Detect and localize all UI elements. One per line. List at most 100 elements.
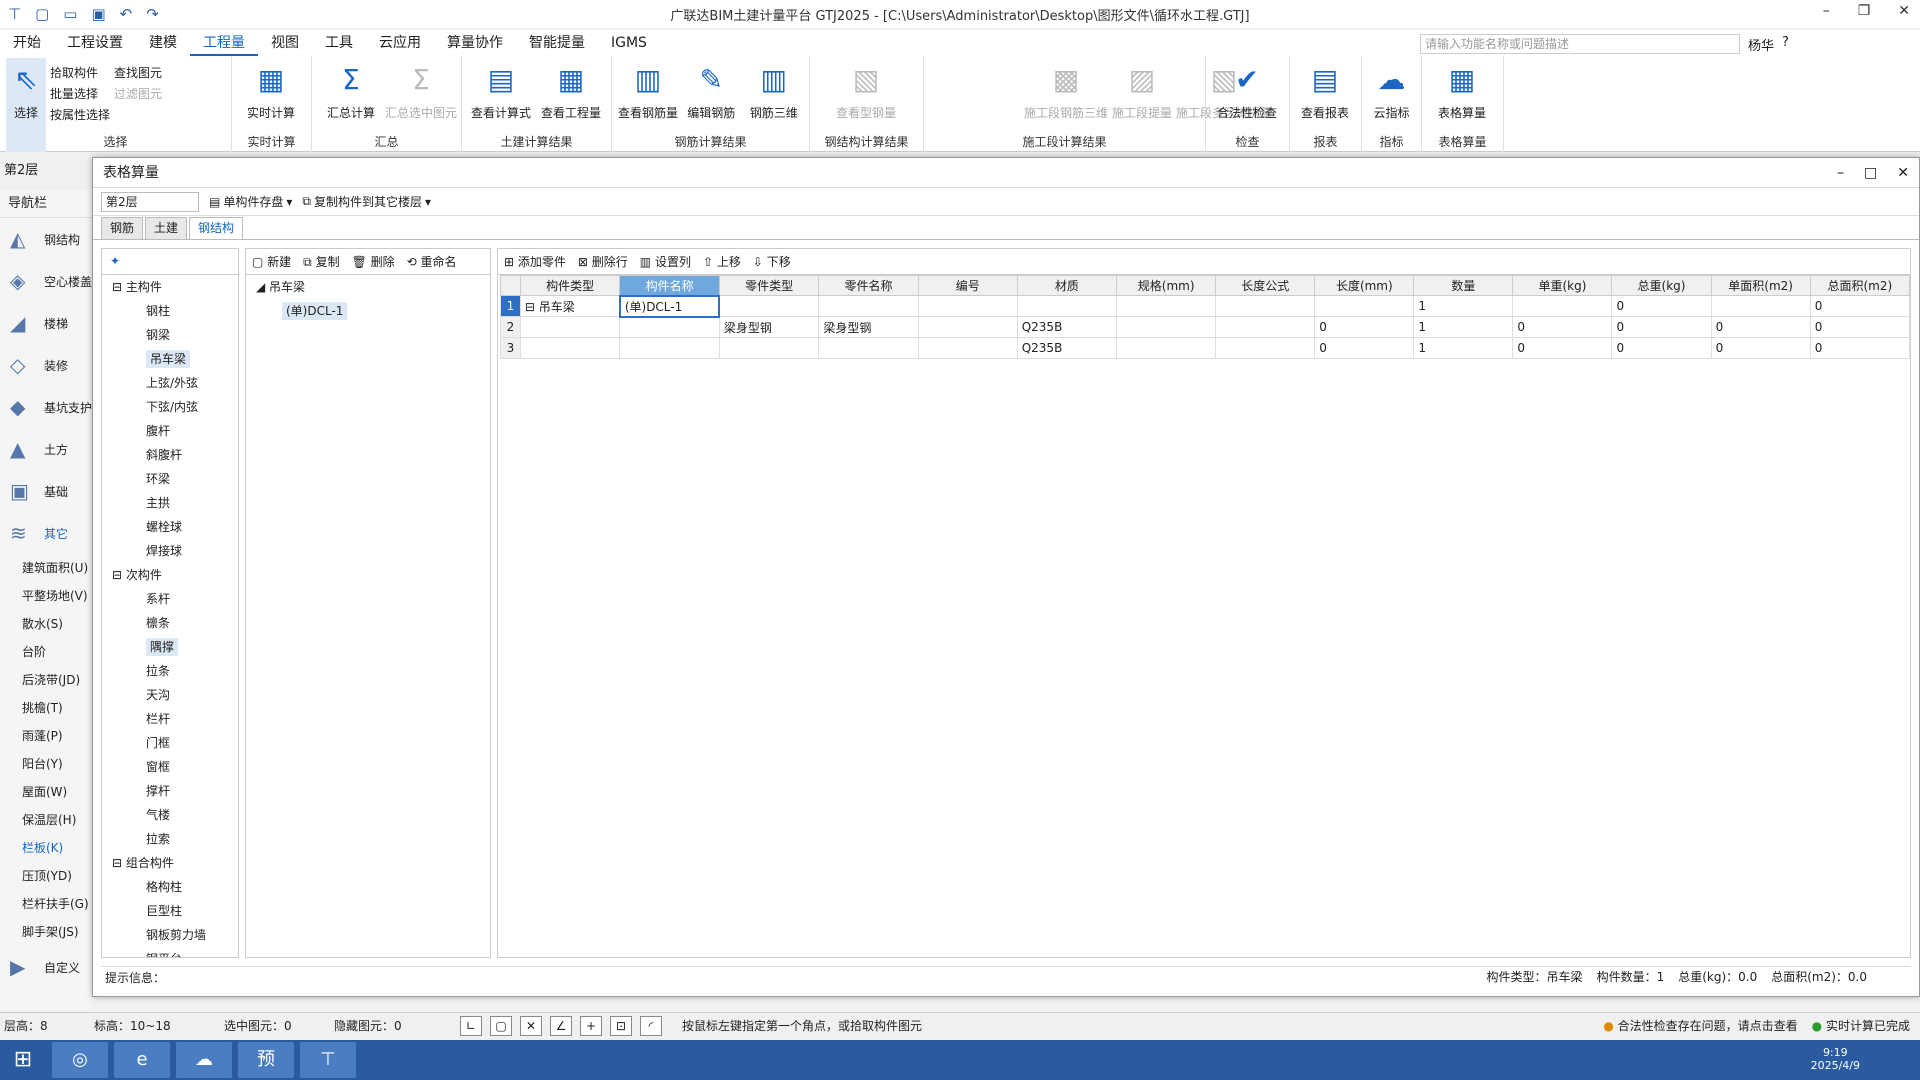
snap-icon[interactable]: + [580, 1015, 602, 1036]
column-header[interactable]: 长度(mm) [1314, 275, 1415, 296]
tree-group-secondary[interactable]: ⊟ 次构件 [102, 563, 238, 587]
table-cell[interactable] [718, 295, 820, 317]
nav-sub-item[interactable]: 保温层(H) [0, 806, 92, 834]
tree-group-combined[interactable]: ⊟ 组合构件 [102, 851, 238, 875]
table-cell[interactable] [1116, 316, 1217, 338]
table-cell[interactable]: 0 [1710, 337, 1811, 359]
column-header[interactable]: 长度公式 [1215, 275, 1316, 296]
user-name[interactable]: 杨华 [1748, 35, 1774, 54]
tree-item[interactable]: 天沟 [102, 683, 238, 707]
copy-component-button[interactable]: ⧉ 复制 [303, 253, 339, 270]
menu-start[interactable]: 开始 [0, 30, 54, 56]
column-header[interactable]: 规格(mm) [1116, 275, 1217, 296]
nav-sub-item[interactable]: 脚手架(JS) [0, 918, 92, 946]
tree-item[interactable]: 腹杆 [102, 419, 238, 443]
save-component-button[interactable]: ▤ 单构件存盘 ▾ [209, 193, 292, 210]
tree-item[interactable]: 钢板剪力墙 [102, 923, 238, 947]
search-input[interactable]: 请输入功能名称或问题描述 [1420, 34, 1740, 54]
copy-to-floor-button[interactable]: ⧉ 复制构件到其它楼层 ▾ [302, 193, 431, 210]
nav-sub-item[interactable]: 阳台(Y) [0, 750, 92, 778]
table-cell[interactable] [1116, 295, 1217, 317]
table-cell[interactable]: 0 [1611, 337, 1712, 359]
table-cell[interactable]: Q235B [1016, 337, 1118, 359]
table-cell[interactable] [1116, 337, 1217, 359]
tree-item[interactable]: 钢柱 [102, 299, 238, 323]
tree-item[interactable]: 系杆 [102, 587, 238, 611]
column-header[interactable]: 单面积(m2) [1710, 275, 1811, 296]
table-cell[interactable] [1512, 295, 1613, 317]
menu-view[interactable]: 视图 [258, 30, 312, 56]
filter-element-button[interactable]: 过滤图元 [114, 85, 162, 102]
nav-item-pit-support[interactable]: ◆ 基坑支护 [0, 386, 92, 428]
redo-icon[interactable]: ↷ [146, 5, 159, 23]
move-down-button[interactable]: ⇩ 下移 [753, 253, 791, 270]
nav-sub-item[interactable]: 建筑面积(U) [0, 554, 92, 582]
column-header[interactable]: 单重(kg) [1512, 275, 1613, 296]
nav-item-other[interactable]: ≋ 其它 [0, 512, 92, 554]
table-cell[interactable]: 0 [1809, 295, 1911, 317]
nav-sub-item[interactable]: 散水(S) [0, 610, 92, 638]
move-up-button[interactable]: ⇧ 上移 [703, 253, 741, 270]
column-header[interactable]: 零件名称 [818, 275, 919, 296]
nav-sub-item[interactable]: 屋面(W) [0, 778, 92, 806]
table-cell[interactable] [917, 337, 1018, 359]
tree-item[interactable]: 上弦/外弦 [102, 371, 238, 395]
table-cell[interactable] [1215, 337, 1316, 359]
tree-item[interactable]: 门框 [102, 731, 238, 755]
tree-item[interactable]: 隅撑 [102, 635, 238, 659]
taskbar-app-gtj[interactable]: ⊤ [300, 1042, 356, 1078]
table-cell[interactable]: 0 [1611, 295, 1712, 317]
tree-item[interactable]: 窗框 [102, 755, 238, 779]
tree-item[interactable]: 巨型柱 [102, 899, 238, 923]
ortho-icon[interactable]: ∟ [460, 1015, 482, 1036]
table-cell[interactable] [619, 316, 720, 338]
tree-item[interactable]: 格构柱 [102, 875, 238, 899]
table-cell[interactable]: 0 [1512, 316, 1613, 338]
table-cell[interactable]: ⊟ 吊车梁 [519, 295, 621, 317]
new-component-button[interactable]: ▢ 新建 [252, 253, 291, 270]
tray-clock[interactable]: 9:19 2025/4/9 [1811, 1046, 1860, 1072]
tree-group-main[interactable]: ⊟ 主构件 [102, 275, 238, 299]
table-cell[interactable]: 1 [1413, 316, 1514, 338]
nav-sub-item[interactable]: 压顶(YD) [0, 862, 92, 890]
tree-item[interactable]: 环梁 [102, 467, 238, 491]
nav-item-earthwork[interactable]: ▲ 土方 [0, 428, 92, 470]
table-cell[interactable] [718, 337, 820, 359]
table-cell[interactable]: 0 [1809, 316, 1911, 338]
row-number[interactable]: 1 [500, 295, 521, 317]
minimize-icon[interactable]: – [1823, 3, 1830, 19]
select-by-attr-button[interactable]: 按属性选择 [50, 106, 110, 123]
column-header[interactable]: 材质 [1016, 275, 1118, 296]
table-cell[interactable]: 0 [1314, 337, 1415, 359]
find-element-button[interactable]: 查找图元 [114, 64, 162, 81]
angle-icon[interactable]: ∠ [550, 1015, 572, 1036]
tree-item-selected[interactable]: 吊车梁 [102, 347, 238, 371]
column-header[interactable]: 总重(kg) [1611, 275, 1712, 296]
table-cell[interactable] [1215, 295, 1316, 317]
start-button[interactable]: ⊞ [0, 1040, 46, 1080]
table-cell[interactable] [917, 316, 1018, 338]
nav-item-decoration[interactable]: ◇ 装修 [0, 344, 92, 386]
tree-item[interactable]: 焊接球 [102, 539, 238, 563]
tree-item[interactable]: 斜腹杆 [102, 443, 238, 467]
row-number[interactable]: 3 [500, 337, 521, 359]
zoom-icon[interactable]: ⊡ [610, 1015, 632, 1036]
column-header[interactable]: 数量 [1413, 275, 1514, 296]
undo-icon[interactable]: ↶ [120, 5, 133, 23]
taskbar-app-preview[interactable]: 预 [238, 1042, 294, 1078]
cross-select-icon[interactable]: ✕ [520, 1015, 542, 1036]
menu-tools[interactable]: 工具 [312, 30, 366, 56]
batch-select-button[interactable]: 批量选择 [50, 85, 110, 102]
pick-component-button[interactable]: 拾取构件 [50, 64, 110, 81]
table-cell[interactable]: 0 [1611, 316, 1712, 338]
table-cell[interactable] [1710, 295, 1811, 317]
restore-icon[interactable]: ❐ [1858, 3, 1871, 19]
component-item[interactable]: (单)DCL-1 [246, 299, 490, 323]
delete-component-button[interactable]: 🗑 删除 [352, 253, 395, 270]
nav-item-foundation[interactable]: ▣ 基础 [0, 470, 92, 512]
menu-cloud[interactable]: 云应用 [366, 30, 434, 56]
new-icon[interactable]: ▢ [35, 5, 49, 23]
menu-quantity[interactable]: 工程量 [190, 30, 258, 56]
table-cell[interactable] [519, 316, 621, 338]
row-number[interactable]: 2 [500, 316, 521, 338]
